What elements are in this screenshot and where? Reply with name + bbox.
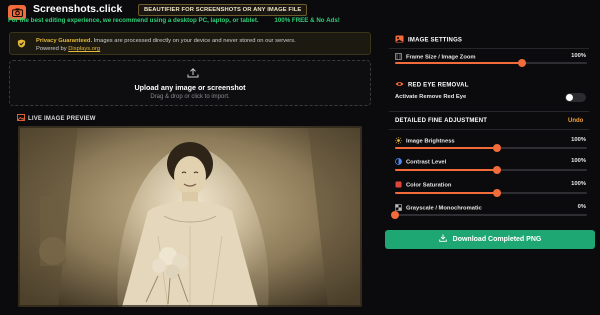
app-header: Screenshots.click BEAUTIFIER FOR SCREENS… xyxy=(0,0,600,28)
frame-size-text: Frame Size / Image Zoom xyxy=(406,54,476,61)
contrast-icon xyxy=(395,158,402,165)
displays-link[interactable]: Displays.org xyxy=(68,46,100,52)
red-eye-title: RED EYE REMOVAL xyxy=(408,82,469,89)
contrast-slider[interactable] xyxy=(395,166,587,174)
privacy-notice: Privacy Guaranteed. Images are processed… xyxy=(9,32,371,55)
saturation-label: Color Saturation xyxy=(395,181,451,189)
slider-thumb[interactable] xyxy=(517,59,526,67)
contrast-value: 100% xyxy=(571,158,586,164)
powered-prefix: Powered by xyxy=(36,46,69,52)
upload-dropzone[interactable]: Upload any image or screenshot Drag & dr… xyxy=(9,60,371,106)
preview-heading: LIVE IMAGE PREVIEW xyxy=(17,114,96,122)
brightness-label: Image Brightness xyxy=(395,137,455,145)
grayscale-value: 0% xyxy=(577,204,586,210)
slider-thumb[interactable] xyxy=(492,189,501,197)
slider-fill xyxy=(395,62,522,64)
grayscale-text: Grayscale / Monochromatic xyxy=(406,205,482,212)
sun-icon xyxy=(395,137,402,144)
divider xyxy=(389,129,589,130)
toggle-knob xyxy=(566,94,573,101)
tagline: For the best editing experience, we reco… xyxy=(8,17,340,24)
saturation-value: 100% xyxy=(571,181,586,187)
divider xyxy=(389,111,589,112)
privacy-text: Privacy Guaranteed. Images are processed… xyxy=(36,37,376,53)
privacy-body: Images are processed directly on your de… xyxy=(92,38,296,44)
brightness-value: 100% xyxy=(571,137,586,143)
slider-thumb[interactable] xyxy=(492,144,501,152)
image-settings-title: IMAGE SETTINGS xyxy=(408,37,463,44)
picture-icon xyxy=(395,35,404,43)
download-button[interactable]: Download Completed PNG xyxy=(385,230,595,249)
divider xyxy=(389,48,589,49)
shield-check-icon xyxy=(17,39,26,48)
brand-name[interactable]: Screenshots.click xyxy=(33,3,122,15)
frame-icon xyxy=(395,53,402,60)
image-settings-heading: IMAGE SETTINGS xyxy=(395,35,462,44)
palette-icon xyxy=(395,181,402,188)
grayscale-icon xyxy=(395,204,402,211)
device-recommendation: For the best editing experience, we reco… xyxy=(8,17,259,24)
red-eye-activate-label: Activate Remove Red Eye xyxy=(395,94,467,100)
brightness-text: Image Brightness xyxy=(406,138,455,145)
saturation-text: Color Saturation xyxy=(406,182,452,189)
feature-badge: BEAUTIFIER FOR SCREENSHOTS OR ANY IMAGE … xyxy=(138,4,308,16)
frame-size-label: Frame Size / Image Zoom xyxy=(395,53,476,61)
undo-button[interactable]: Undo xyxy=(568,118,583,124)
download-icon xyxy=(438,234,447,242)
red-eye-toggle[interactable] xyxy=(565,93,586,102)
frame-size-slider[interactable] xyxy=(395,59,587,67)
slider-fill xyxy=(395,147,497,149)
preview-title: LIVE IMAGE PREVIEW xyxy=(28,116,96,122)
upload-subtitle: Drag & drop or click to import. xyxy=(150,94,230,100)
slider-thumb[interactable] xyxy=(391,211,399,219)
upload-title: Upload any image or screenshot xyxy=(134,83,246,92)
image-icon xyxy=(17,114,25,121)
fine-adjust-heading: DETAILED FINE ADJUSTMENT xyxy=(395,118,488,124)
download-label: Download Completed PNG xyxy=(452,236,542,243)
grayscale-label: Grayscale / Monochromatic xyxy=(395,204,482,212)
preview-image xyxy=(18,126,362,307)
red-eye-heading: RED EYE REMOVAL xyxy=(395,80,469,89)
free-note: 100% FREE & No Ads! xyxy=(274,17,340,24)
privacy-strong: Privacy Guaranteed. xyxy=(36,38,93,44)
contrast-text: Contrast Level xyxy=(406,159,447,166)
brightness-slider[interactable] xyxy=(395,144,587,152)
grayscale-slider[interactable] xyxy=(391,211,587,219)
eye-icon xyxy=(395,82,404,86)
slider-fill xyxy=(395,192,497,194)
slider-thumb[interactable] xyxy=(492,166,501,174)
frame-size-value: 100% xyxy=(571,53,586,59)
contrast-label: Contrast Level xyxy=(395,158,446,166)
slider-fill xyxy=(395,169,497,171)
upload-icon xyxy=(187,68,199,78)
saturation-slider[interactable] xyxy=(395,189,587,197)
